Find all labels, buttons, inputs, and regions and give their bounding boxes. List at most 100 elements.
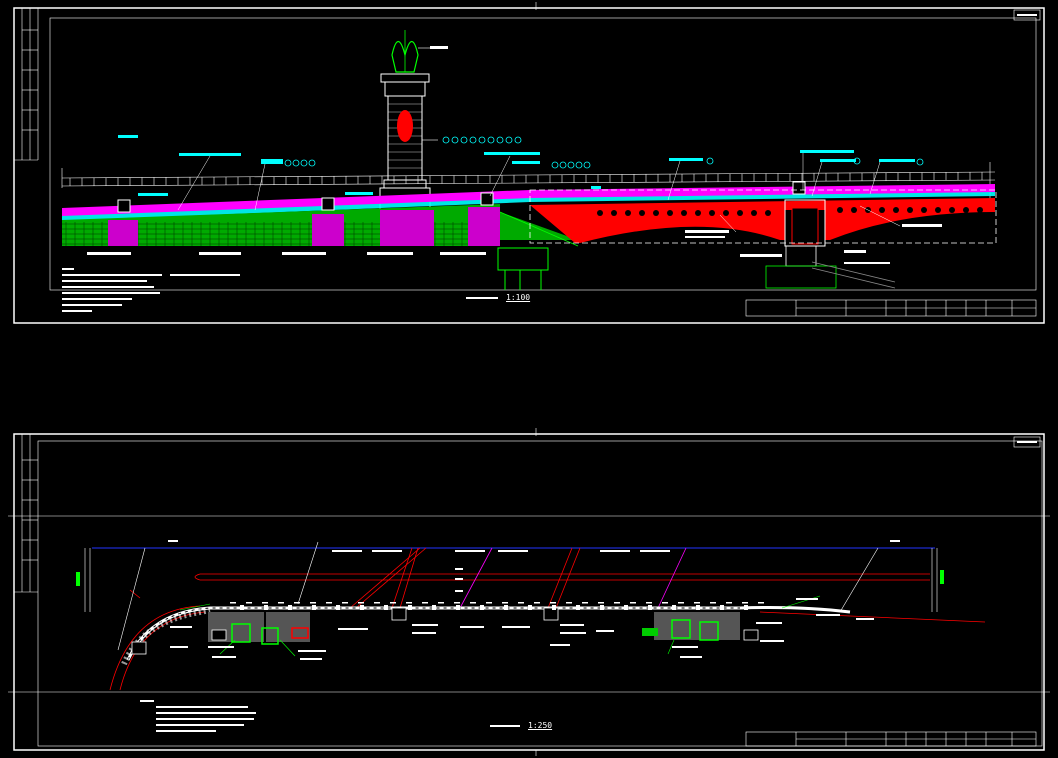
arch-opening xyxy=(625,210,631,216)
plan-title-underline xyxy=(490,724,520,727)
arch-opening xyxy=(851,207,857,213)
plan-sheet xyxy=(8,428,1050,756)
arch-opening xyxy=(977,207,983,213)
plan-tick xyxy=(358,602,364,604)
arch-opening xyxy=(765,210,771,216)
plan-tick xyxy=(502,602,508,604)
plan-light-post xyxy=(384,605,388,610)
plan-light-post xyxy=(672,605,676,610)
elevation-sheet xyxy=(13,2,1045,324)
arch-opening xyxy=(935,207,941,213)
plan-tick xyxy=(726,602,732,604)
plan-tick xyxy=(454,602,460,604)
plan-light-post xyxy=(648,605,652,610)
plan-tick xyxy=(758,602,764,604)
arch-opening xyxy=(639,210,645,216)
plan-tick xyxy=(582,602,588,604)
plan-tick xyxy=(390,602,396,604)
plan-light-post xyxy=(480,605,484,610)
cad-drawing-canvas xyxy=(8,2,1050,756)
plan-light-post xyxy=(696,605,700,610)
elevation-binding-strip xyxy=(14,8,39,161)
plan-light-post xyxy=(360,605,364,610)
plan-tick xyxy=(230,602,236,604)
arch-opening xyxy=(907,207,913,213)
plan-tick xyxy=(550,602,556,604)
elevation-title-block xyxy=(745,299,1037,317)
elevation-sheet-border xyxy=(13,7,1045,324)
plan-sheet-border xyxy=(13,433,1045,751)
plan-light-post xyxy=(720,605,724,610)
plan-light-post xyxy=(336,605,340,610)
arch-opening xyxy=(723,210,729,216)
tower-emblem xyxy=(397,110,413,142)
plan-tick xyxy=(438,602,444,604)
plan-light-post xyxy=(528,605,532,610)
plan-light-post xyxy=(408,605,412,610)
plan-tick xyxy=(710,602,716,604)
plan-tick xyxy=(614,602,620,604)
arch-opening xyxy=(921,207,927,213)
plan-binding-strip xyxy=(14,434,38,593)
plan-light-post xyxy=(744,605,748,610)
plan-tick xyxy=(342,602,348,604)
plan-light-post xyxy=(240,605,244,610)
steel-arch-span xyxy=(530,198,995,247)
arch-opening xyxy=(653,210,659,216)
elevation-scale-text: 1:100 xyxy=(506,293,531,302)
plan-tick xyxy=(262,602,268,604)
plan-light-post xyxy=(552,605,556,610)
plan-tick xyxy=(246,602,252,604)
plan-end-labels xyxy=(76,570,944,586)
plan-magenta-diagonals xyxy=(459,547,687,609)
plan-tick xyxy=(294,602,300,604)
plan-light-post xyxy=(576,605,580,610)
plan-light-post xyxy=(624,605,628,610)
arch-opening xyxy=(597,210,603,216)
plan-tick xyxy=(678,602,684,604)
arch-opening xyxy=(893,207,899,213)
arch-opening xyxy=(709,210,715,216)
plan-tick xyxy=(598,602,604,604)
plan-light-post xyxy=(264,605,268,610)
arch-opening xyxy=(667,210,673,216)
plan-tick xyxy=(662,602,668,604)
plan-light-post xyxy=(432,605,436,610)
plan-scale-text: 1:250 xyxy=(528,721,553,730)
arch-opening xyxy=(751,210,757,216)
plan-light-post xyxy=(288,605,292,610)
arch-opening xyxy=(737,210,743,216)
arch-opening xyxy=(837,207,843,213)
plan-tick xyxy=(278,602,284,604)
plan-light-post xyxy=(456,605,460,610)
plan-tick xyxy=(310,602,316,604)
plan-tick xyxy=(326,602,332,604)
plan-tick xyxy=(742,602,748,604)
arch-opening xyxy=(695,210,701,216)
plan-tick xyxy=(406,602,412,604)
abutment-foundation xyxy=(497,247,549,290)
plan-tick xyxy=(630,602,636,604)
plan-inner-frame xyxy=(37,440,1043,747)
elevation-title-underline xyxy=(466,296,498,299)
arch-opening xyxy=(879,207,885,213)
railing-posts xyxy=(69,172,983,186)
plan-tick xyxy=(566,602,572,604)
plan-tick-marks xyxy=(230,602,764,604)
arch-opening xyxy=(963,207,969,213)
plan-tick xyxy=(646,602,652,604)
plan-light-post xyxy=(504,605,508,610)
pier-footing xyxy=(765,245,896,289)
plan-tick xyxy=(374,602,380,604)
plan-tick xyxy=(694,602,700,604)
arch-opening xyxy=(949,207,955,213)
plan-tick xyxy=(518,602,524,604)
plan-light-post xyxy=(312,605,316,610)
plan-tick xyxy=(470,602,476,604)
plan-tick xyxy=(534,602,540,604)
arch-opening xyxy=(611,210,617,216)
elevation-scale-caption: 1:100 xyxy=(466,293,530,302)
plan-light-post xyxy=(600,605,604,610)
plan-tick xyxy=(486,602,492,604)
arch-opening xyxy=(681,210,687,216)
